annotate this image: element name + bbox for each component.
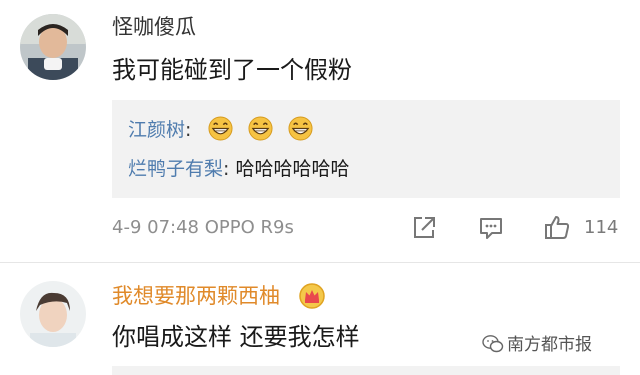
reply-item: 烂鸭子有梨: 哈哈哈哈哈哈: [128, 156, 349, 182]
avatar[interactable]: [20, 14, 86, 80]
wechat-icon: [482, 335, 504, 353]
comment-icon[interactable]: [477, 214, 505, 242]
reply-item: 江颜树:: [128, 116, 322, 143]
share-icon[interactable]: [410, 214, 438, 242]
username[interactable]: 怪咖傻瓜: [112, 14, 196, 40]
reply-box[interactable]: 江颜树: 烂鸭子有梨: 哈哈哈哈哈哈: [112, 100, 620, 198]
reply-username[interactable]: 烂鸭子有梨: [128, 158, 223, 180]
crown-badge-icon: [299, 283, 325, 309]
divider: [0, 262, 640, 263]
reply-colon: :: [223, 158, 230, 180]
username[interactable]: 我想要那两颗西柚: [112, 283, 280, 309]
like-count[interactable]: 114: [584, 216, 618, 240]
grin-emoji: [248, 116, 273, 141]
reply-colon: :: [185, 119, 192, 141]
watermark-text: 南方都市报: [507, 335, 592, 355]
avatar[interactable]: [20, 281, 86, 347]
grin-emoji: [288, 116, 313, 141]
reply-text: 哈哈哈哈哈哈: [235, 158, 350, 180]
comment-meta: 4-9 07:48 OPPO R9s: [112, 217, 294, 238]
comment-text: 你唱成这样 还要我怎样: [112, 323, 360, 351]
reply-username[interactable]: 江颜树: [128, 119, 185, 141]
grin-emoji: [207, 116, 233, 141]
comment-text: 我可能碰到了一个假粉: [112, 56, 352, 84]
thumbs-up-icon[interactable]: [543, 213, 571, 241]
reply-box: [112, 366, 620, 375]
